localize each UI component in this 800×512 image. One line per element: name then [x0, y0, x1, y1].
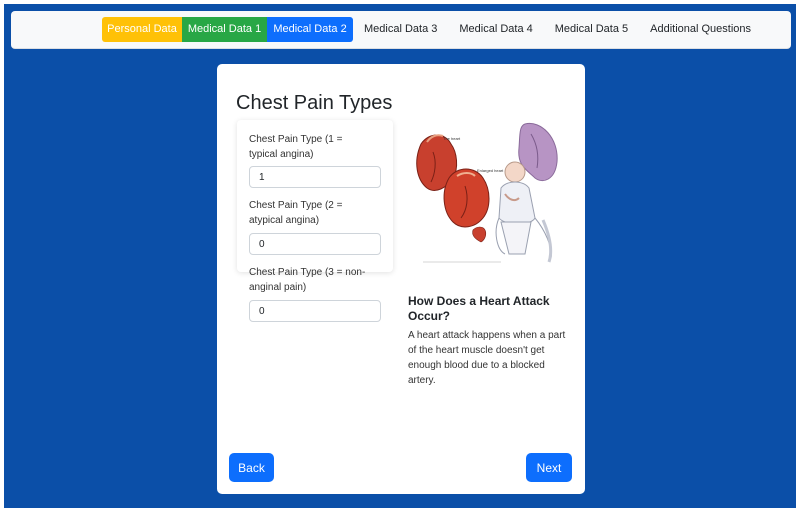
enlarged-heart-caption: Enlarged heart: [477, 168, 504, 173]
info-title: How Does a Heart Attack Occur?: [408, 294, 550, 323]
page-title: Chest Pain Types: [236, 92, 393, 114]
tab-personal-data[interactable]: Personal Data: [102, 17, 182, 42]
tab-additional-questions[interactable]: Additional Questions: [639, 17, 751, 42]
info-text: A heart attack happens when a part of th…: [408, 330, 566, 386]
chest-pain-type-1-input[interactable]: [249, 166, 381, 188]
chest-pain-type-1-label: Chest Pain Type (1 = typical angina): [249, 134, 343, 160]
heart-caption: The heart: [443, 136, 461, 141]
next-button[interactable]: Next: [526, 453, 572, 482]
chest-pain-type-3-label: Chest Pain Type (3 = non-anginal pain): [249, 267, 366, 293]
heart-attack-illustration: The heart Enlarged heart: [413, 122, 565, 272]
chest-pain-type-2-input[interactable]: [249, 233, 381, 255]
back-button[interactable]: Back: [229, 453, 274, 482]
tab-medical-data-2[interactable]: Medical Data 2: [267, 17, 353, 42]
form-card: Chest Pain Types Chest Pain Type (1 = ty…: [217, 64, 585, 494]
tab-medical-data-1[interactable]: Medical Data 1: [182, 17, 267, 42]
chest-pain-type-2-label: Chest Pain Type (2 = atypical angina): [249, 200, 343, 226]
tab-bar: Personal Data Medical Data 1 Medical Dat…: [102, 17, 762, 42]
tab-medical-data-4[interactable]: Medical Data 4: [448, 17, 532, 42]
tab-medical-data-5[interactable]: Medical Data 5: [544, 17, 628, 42]
tab-medical-data-3[interactable]: Medical Data 3: [353, 17, 437, 42]
top-nav: Personal Data Medical Data 1 Medical Dat…: [11, 11, 791, 49]
chest-pain-type-3-input[interactable]: [249, 300, 381, 322]
